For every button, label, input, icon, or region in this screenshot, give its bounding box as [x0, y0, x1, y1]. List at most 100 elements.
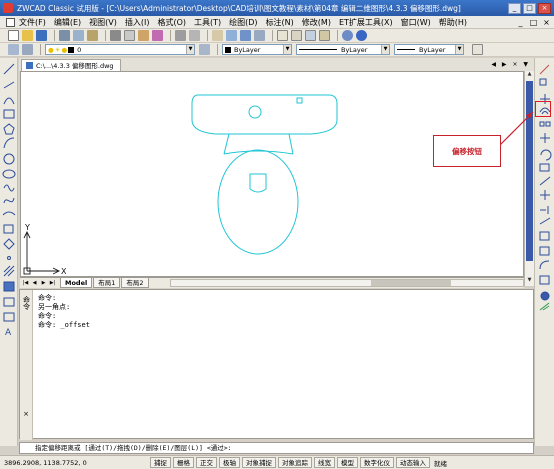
- arc-icon[interactable]: [3, 97, 15, 105]
- break-icon[interactable]: [539, 217, 551, 225]
- pan-icon[interactable]: [212, 30, 223, 41]
- horizontal-scroll-thumb[interactable]: [370, 280, 451, 286]
- document-tab[interactable]: C:\...\4.3.3 偏移图形.dwg: [21, 58, 121, 71]
- status-otrack-button[interactable]: 对象追踪: [278, 457, 312, 468]
- scale-icon[interactable]: [539, 163, 550, 172]
- last-tab-icon[interactable]: ▶|: [49, 279, 56, 287]
- menu-dimension[interactable]: 标注(N): [266, 17, 294, 28]
- close-button[interactable]: ×: [538, 2, 551, 14]
- polygon-icon[interactable]: [3, 123, 15, 135]
- layer-dropdown[interactable]: ● ☀ ● 0 ▼: [45, 44, 195, 55]
- tab-layout2[interactable]: 布局2: [121, 278, 149, 288]
- redo-icon[interactable]: [189, 30, 200, 41]
- maximize-button[interactable]: □: [523, 2, 536, 14]
- lineweight-dropdown[interactable]: ByLayer ▼: [394, 44, 464, 55]
- properties-palette-icon[interactable]: [540, 291, 550, 301]
- help-icon[interactable]: [356, 30, 367, 41]
- status-model-button[interactable]: 模型: [337, 457, 358, 468]
- drawing-canvas[interactable]: Y X: [20, 71, 524, 277]
- status-snap-button[interactable]: 捕捉: [150, 457, 171, 468]
- edit-polyline-icon[interactable]: [539, 302, 550, 311]
- menu-window[interactable]: 窗口(W): [401, 17, 431, 28]
- trim-icon[interactable]: [540, 190, 550, 200]
- document-tab-nav[interactable]: ◀ ▶ × ▼: [491, 61, 530, 68]
- stretch-icon[interactable]: [539, 176, 551, 186]
- undo-icon[interactable]: [175, 30, 186, 41]
- status-osnap-button[interactable]: 对象捕捉: [242, 457, 276, 468]
- menu-format[interactable]: 格式(O): [157, 17, 186, 28]
- tab-layout1[interactable]: 布局1: [93, 278, 121, 288]
- doc-minimize-button[interactable]: _: [516, 18, 525, 27]
- menu-et-tools[interactable]: ET扩展工具(X): [339, 17, 393, 28]
- next-tab-icon[interactable]: ▶: [40, 279, 47, 287]
- print-icon[interactable]: [59, 30, 70, 41]
- doc-restore-button[interactable]: □: [529, 18, 538, 27]
- menu-draw[interactable]: 绘图(D): [229, 17, 257, 28]
- menu-tools[interactable]: 工具(T): [194, 17, 221, 28]
- revision-cloud-icon[interactable]: [3, 184, 15, 192]
- explode-icon[interactable]: [539, 275, 550, 285]
- new-icon[interactable]: [8, 30, 19, 41]
- move-icon[interactable]: [540, 133, 550, 143]
- hatch-icon[interactable]: [3, 265, 15, 277]
- make-current-layer-icon[interactable]: [199, 44, 210, 55]
- rectangle-icon[interactable]: [3, 109, 15, 119]
- line-icon[interactable]: [3, 63, 15, 75]
- multiline-text-icon[interactable]: A: [5, 328, 12, 338]
- arc-3p-icon[interactable]: [3, 137, 15, 149]
- cut-icon[interactable]: [110, 30, 121, 41]
- make-block-icon[interactable]: [3, 238, 15, 250]
- minimize-button[interactable]: _: [508, 2, 521, 14]
- sheet-set-icon[interactable]: [319, 30, 330, 41]
- point-icon[interactable]: [7, 256, 11, 260]
- status-dynamic-input-button[interactable]: 动态输入: [396, 457, 430, 468]
- color-dropdown[interactable]: ByLayer ▼: [222, 44, 292, 55]
- publish-icon[interactable]: [87, 30, 98, 41]
- vertical-scrollbar[interactable]: ▲ ▼: [524, 71, 534, 286]
- scroll-down-icon[interactable]: ▼: [525, 277, 534, 286]
- spline-icon[interactable]: [3, 197, 15, 204]
- status-ortho-button[interactable]: 正交: [196, 457, 217, 468]
- linetype-dropdown[interactable]: ByLayer ▼: [296, 44, 390, 55]
- zoom-previous-icon[interactable]: [254, 30, 265, 41]
- rotate-icon[interactable]: [540, 149, 552, 161]
- layer-manager-icon[interactable]: [8, 44, 19, 55]
- construction-line-icon[interactable]: [3, 81, 15, 89]
- tool-palettes-icon[interactable]: [305, 30, 316, 41]
- horizontal-scrollbar[interactable]: [169, 279, 524, 287]
- paste-icon[interactable]: [138, 30, 149, 41]
- command-input[interactable]: 指定偏移距离或 [通过(T)/拖拽(D)/删除(E)/图层(L)] <通过>:: [19, 442, 534, 454]
- join-icon[interactable]: [539, 231, 550, 241]
- layer-state-icon[interactable]: [22, 44, 33, 55]
- menu-modify[interactable]: 修改(M): [302, 17, 331, 28]
- design-center-icon[interactable]: [291, 30, 302, 41]
- region-icon[interactable]: [3, 297, 15, 307]
- scroll-up-icon[interactable]: ▲: [525, 71, 534, 80]
- copy-object-icon[interactable]: [539, 78, 547, 86]
- extend-icon[interactable]: [540, 206, 549, 214]
- zoom-window-icon[interactable]: [240, 30, 251, 41]
- status-polar-button[interactable]: 极轴: [219, 457, 240, 468]
- menu-edit[interactable]: 编辑(E): [54, 17, 81, 28]
- status-grid-button[interactable]: 栅格: [173, 457, 194, 468]
- menu-view[interactable]: 视图(V): [89, 17, 117, 28]
- table-icon[interactable]: [3, 312, 15, 322]
- fillet-icon[interactable]: [539, 260, 550, 270]
- erase-icon[interactable]: [539, 64, 550, 75]
- save-icon[interactable]: [36, 30, 47, 41]
- tab-model[interactable]: Model: [60, 278, 93, 288]
- array-icon[interactable]: [539, 121, 545, 127]
- menu-file[interactable]: 文件(F): [19, 17, 46, 28]
- chamfer-icon[interactable]: [539, 246, 550, 256]
- menu-help[interactable]: 帮助(H): [439, 17, 467, 28]
- doc-close-button[interactable]: ×: [542, 18, 551, 27]
- status-lineweight-button[interactable]: 线宽: [314, 457, 335, 468]
- open-icon[interactable]: [22, 30, 33, 41]
- ellipse-icon[interactable]: [2, 169, 16, 179]
- match-properties-icon[interactable]: [152, 30, 163, 41]
- prev-tab-icon[interactable]: ◀: [31, 279, 38, 287]
- plot-style-icon[interactable]: [472, 44, 483, 55]
- insert-block-icon[interactable]: [3, 224, 14, 234]
- status-tablet-button[interactable]: 数字化仪: [360, 457, 394, 468]
- circle-icon[interactable]: [3, 153, 15, 165]
